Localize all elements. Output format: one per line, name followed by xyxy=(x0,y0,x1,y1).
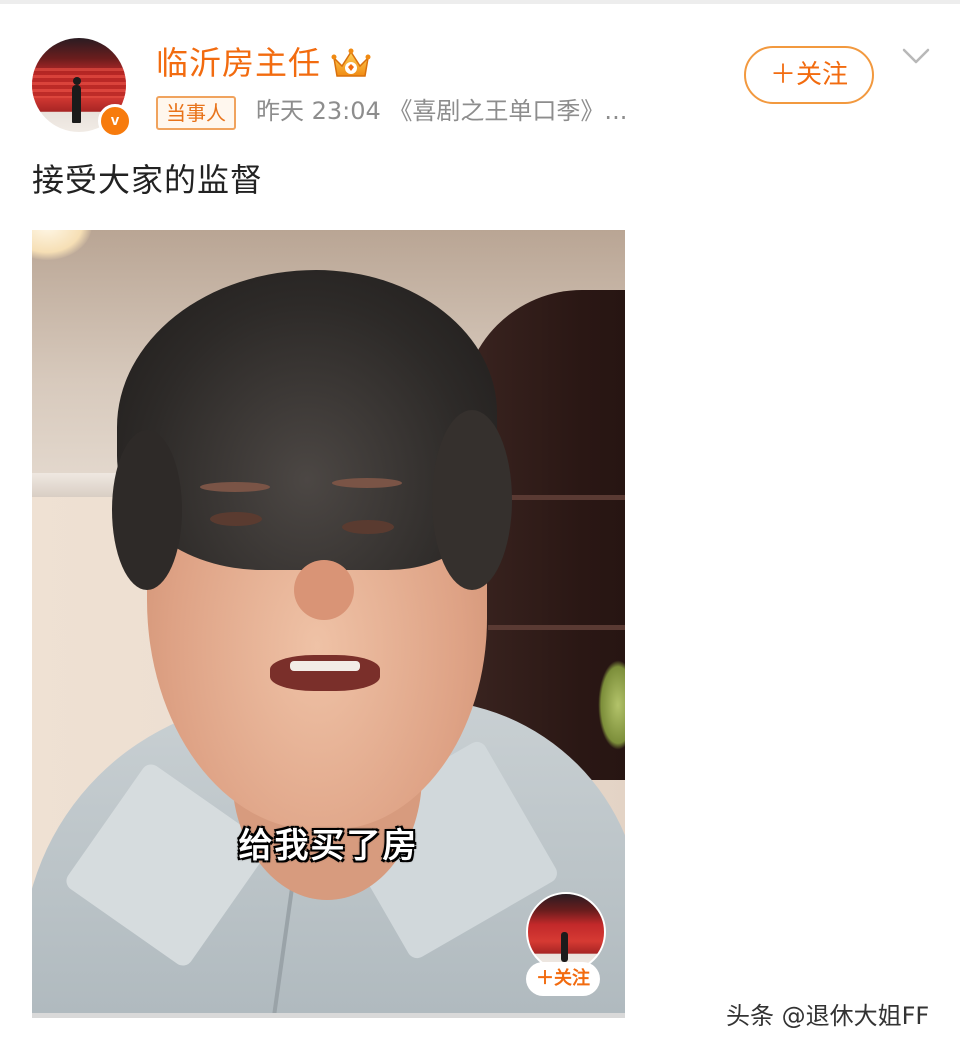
watermark: 头条 @退休大姐FF xyxy=(726,1002,930,1030)
verified-v-icon: v xyxy=(98,104,132,138)
person-brow-left xyxy=(200,482,270,492)
person-eye-right xyxy=(342,520,394,534)
chevron-down-icon[interactable] xyxy=(900,44,932,68)
video-player[interactable]: 给我买了房 ＋关注 xyxy=(32,230,625,1018)
video-author-avatar[interactable] xyxy=(526,892,606,972)
top-divider xyxy=(0,0,960,4)
crown-icon xyxy=(331,48,371,77)
username[interactable]: 临沂房主任 xyxy=(156,40,321,86)
post-time: 昨天 23:04 xyxy=(256,97,381,125)
video-subtitle: 给我买了房 xyxy=(238,826,419,866)
follow-button[interactable]: ＋关注 xyxy=(744,46,874,104)
person-nose xyxy=(294,560,354,620)
post-source[interactable]: 《喜剧之王单口季》... xyxy=(388,97,627,125)
video-follow-button[interactable]: ＋关注 xyxy=(526,962,600,996)
role-tag: 当事人 xyxy=(156,96,236,130)
person-eye-left xyxy=(210,512,262,526)
post-meta: 昨天 23:04 《喜剧之王单口季》... xyxy=(256,92,656,130)
mini-avatar-figure xyxy=(561,932,568,962)
video-progress-bar[interactable] xyxy=(32,1013,625,1018)
video-plant xyxy=(598,660,625,750)
avatar-figure xyxy=(72,77,81,123)
post-content: 接受大家的监督 xyxy=(32,161,264,199)
person-mouth xyxy=(270,655,380,691)
person-hair-right xyxy=(432,410,512,590)
cabinet-shelf xyxy=(488,625,625,630)
person-hair-left xyxy=(112,430,182,590)
person-brow-right xyxy=(332,478,402,488)
